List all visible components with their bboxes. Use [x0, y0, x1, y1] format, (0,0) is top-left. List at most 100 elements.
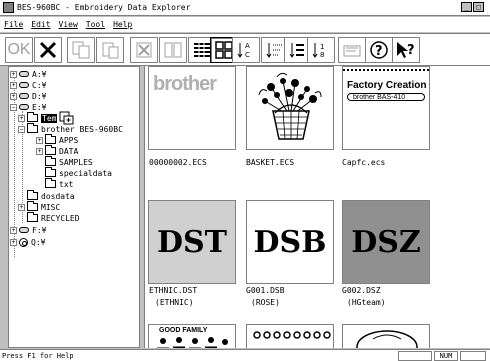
properties-icon: [164, 42, 182, 58]
collapse-toggle[interactable]: −: [10, 103, 17, 111]
file-name-00000002[interactable]: 00000002.ECS: [149, 158, 207, 167]
expand-toggle[interactable]: +: [10, 238, 17, 246]
file-thumb-g001[interactable]: DSB: [246, 200, 334, 284]
collapse-toggle[interactable]: −: [18, 125, 25, 133]
folder-icon: [45, 167, 56, 177]
menu-bar: File Edit View Tool Help: [0, 17, 490, 32]
tree-item-txt[interactable]: txt: [45, 178, 73, 189]
context-help-button[interactable]: ?: [392, 37, 420, 63]
copy-button[interactable]: [67, 37, 95, 63]
file-thumb-goodfamily[interactable]: GOOD FAMILY: [148, 324, 236, 348]
delete-button[interactable]: [130, 37, 158, 63]
file-thumb-00000002[interactable]: brother: [148, 66, 236, 150]
dsz-format-label: DSZ: [351, 225, 421, 260]
tree-item-recycled[interactable]: RECYCLED: [27, 212, 80, 223]
status-panel-1: [398, 351, 432, 361]
capfc-logo-text: Factory Creation: [347, 80, 427, 91]
tree-label-selected: Tem: [41, 113, 58, 123]
tree-label: brother BES-960BC: [41, 124, 123, 134]
file-name-capfc[interactable]: Capfc.ecs: [342, 158, 385, 167]
basket-embroidery-image: [258, 72, 322, 140]
cd-drive-icon: [19, 237, 28, 247]
file-name-g001[interactable]: G001.DSB: [246, 286, 285, 295]
write-card-button[interactable]: [338, 37, 366, 63]
folder-icon: [45, 178, 56, 188]
status-text: Press F1 for Help: [2, 352, 74, 360]
folder-icon: [27, 112, 38, 122]
menu-tool[interactable]: Tool: [86, 20, 105, 29]
toolbar: OK AC 18 ? ?: [0, 33, 490, 66]
hard-drive-icon: [19, 104, 29, 110]
file-name-ethnic[interactable]: ETHNIC.DST: [149, 286, 197, 295]
sort-stitch-icon: [266, 43, 283, 58]
file-subname-g001: (ROSE): [251, 298, 280, 307]
tree-item-misc[interactable]: + MISC: [18, 201, 60, 212]
file-thumb-basket[interactable]: [246, 66, 334, 150]
file-thumb-floral[interactable]: [246, 324, 334, 348]
tree-item-drive-a[interactable]: + A:¥: [10, 69, 46, 79]
svg-text:?: ?: [407, 43, 415, 58]
expand-toggle[interactable]: +: [10, 70, 17, 78]
menu-edit[interactable]: Edit: [31, 20, 50, 29]
folder-icon: [45, 134, 56, 144]
expand-toggle[interactable]: +: [10, 81, 17, 89]
file-thumb-oval[interactable]: [342, 324, 430, 348]
paste-button[interactable]: [96, 37, 124, 63]
tree-label: F:¥: [32, 225, 47, 235]
paste-icon: [102, 42, 119, 59]
file-name-basket[interactable]: BASKET.ECS: [246, 158, 294, 167]
sort-size-button[interactable]: 18: [307, 37, 335, 63]
folder-tree[interactable]: + A:¥ + C:¥ + D:¥ − E:¥ + Tem − brother …: [8, 66, 140, 348]
tree-item-data[interactable]: + DATA: [36, 145, 79, 156]
svg-text:1: 1: [320, 43, 324, 51]
num-lock-indicator: NUM: [434, 351, 458, 361]
app-icon: [3, 2, 14, 13]
tree-item-drive-f[interactable]: + F:¥: [10, 225, 46, 235]
context-help-icon: ?: [397, 42, 415, 58]
properties-button[interactable]: [159, 37, 187, 63]
tree-item-drive-q[interactable]: + Q:¥: [10, 237, 45, 247]
tree-item-dosdata[interactable]: dosdata: [27, 190, 75, 201]
tree-item-specialdata[interactable]: specialdata: [45, 167, 112, 178]
copy-icon: [72, 41, 90, 59]
tree-item-apps[interactable]: + APPS: [36, 134, 78, 145]
goodfamily-text: GOOD FAMILY: [159, 327, 208, 334]
tree-item-tem[interactable]: + Tem: [18, 111, 74, 125]
folder-icon: [45, 156, 56, 166]
sort-name-button[interactable]: AC: [232, 37, 260, 63]
svg-text:?: ?: [375, 44, 383, 59]
expand-toggle[interactable]: +: [10, 226, 17, 234]
menu-view[interactable]: View: [59, 20, 78, 29]
tree-label: RECYCLED: [41, 213, 80, 223]
dst-format-label: DST: [156, 225, 227, 260]
expand-toggle[interactable]: +: [36, 136, 43, 144]
expand-toggle[interactable]: +: [18, 203, 25, 211]
file-name-g002[interactable]: G002.DSZ: [342, 286, 381, 295]
expand-toggle[interactable]: +: [18, 114, 25, 122]
file-thumb-capfc[interactable]: Factory Creation brother BAS-410: [342, 66, 430, 150]
ok-button[interactable]: OK: [5, 37, 33, 63]
expand-toggle[interactable]: +: [36, 147, 43, 155]
menu-help[interactable]: Help: [113, 20, 132, 29]
tree-label: E:¥: [32, 102, 47, 112]
cancel-button[interactable]: [34, 37, 62, 63]
help-button[interactable]: ?: [365, 37, 393, 63]
tree-item-samples[interactable]: SAMPLES: [45, 156, 93, 167]
tree-label: DATA: [59, 146, 79, 156]
folder-icon: [27, 201, 38, 211]
file-thumb-ethnic[interactable]: DST: [148, 200, 236, 284]
status-panel-3: [460, 351, 486, 361]
tree-item-brother[interactable]: − brother BES-960BC: [18, 123, 123, 134]
maximize-button[interactable]: □: [473, 2, 484, 12]
tree-item-drive-e[interactable]: − E:¥: [10, 102, 46, 112]
minimize-button[interactable]: _: [461, 2, 472, 12]
file-thumb-g002[interactable]: DSZ: [342, 200, 430, 284]
title-bar: BES-960BC - Embroidery Data Explorer _ □: [0, 0, 490, 16]
file-thumbnail-pane[interactable]: brother 00000002.ECS BASKET.ECS Factory …: [144, 66, 490, 348]
tree-label: dosdata: [41, 191, 75, 201]
tree-item-drive-d[interactable]: + D:¥: [10, 91, 46, 101]
expand-toggle[interactable]: +: [10, 92, 17, 100]
tree-item-drive-c[interactable]: + C:¥: [10, 80, 46, 90]
tree-label: C:¥: [32, 80, 47, 90]
menu-file[interactable]: File: [4, 20, 23, 29]
